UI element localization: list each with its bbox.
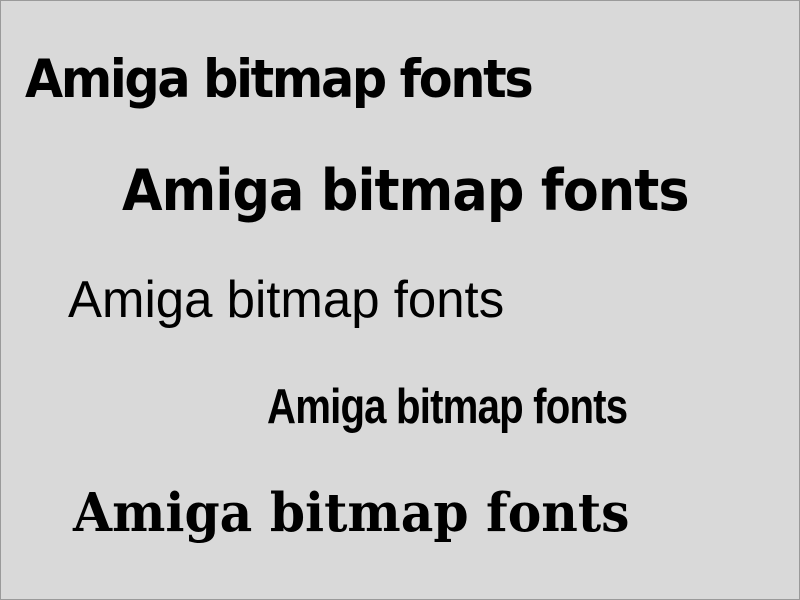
font-sample-4: Amiga bitmap fonts: [267, 380, 628, 434]
font-sample-1: Amiga bitmap fonts: [25, 49, 534, 110]
font-sample-3: Amiga bitmap fonts: [68, 271, 505, 329]
font-sample-5: Amiga bitmap fonts: [73, 482, 630, 544]
font-sample-canvas: Amiga bitmap fonts Amiga bitmap fonts Am…: [0, 0, 800, 600]
font-sample-2: Amiga bitmap fonts: [122, 158, 690, 224]
